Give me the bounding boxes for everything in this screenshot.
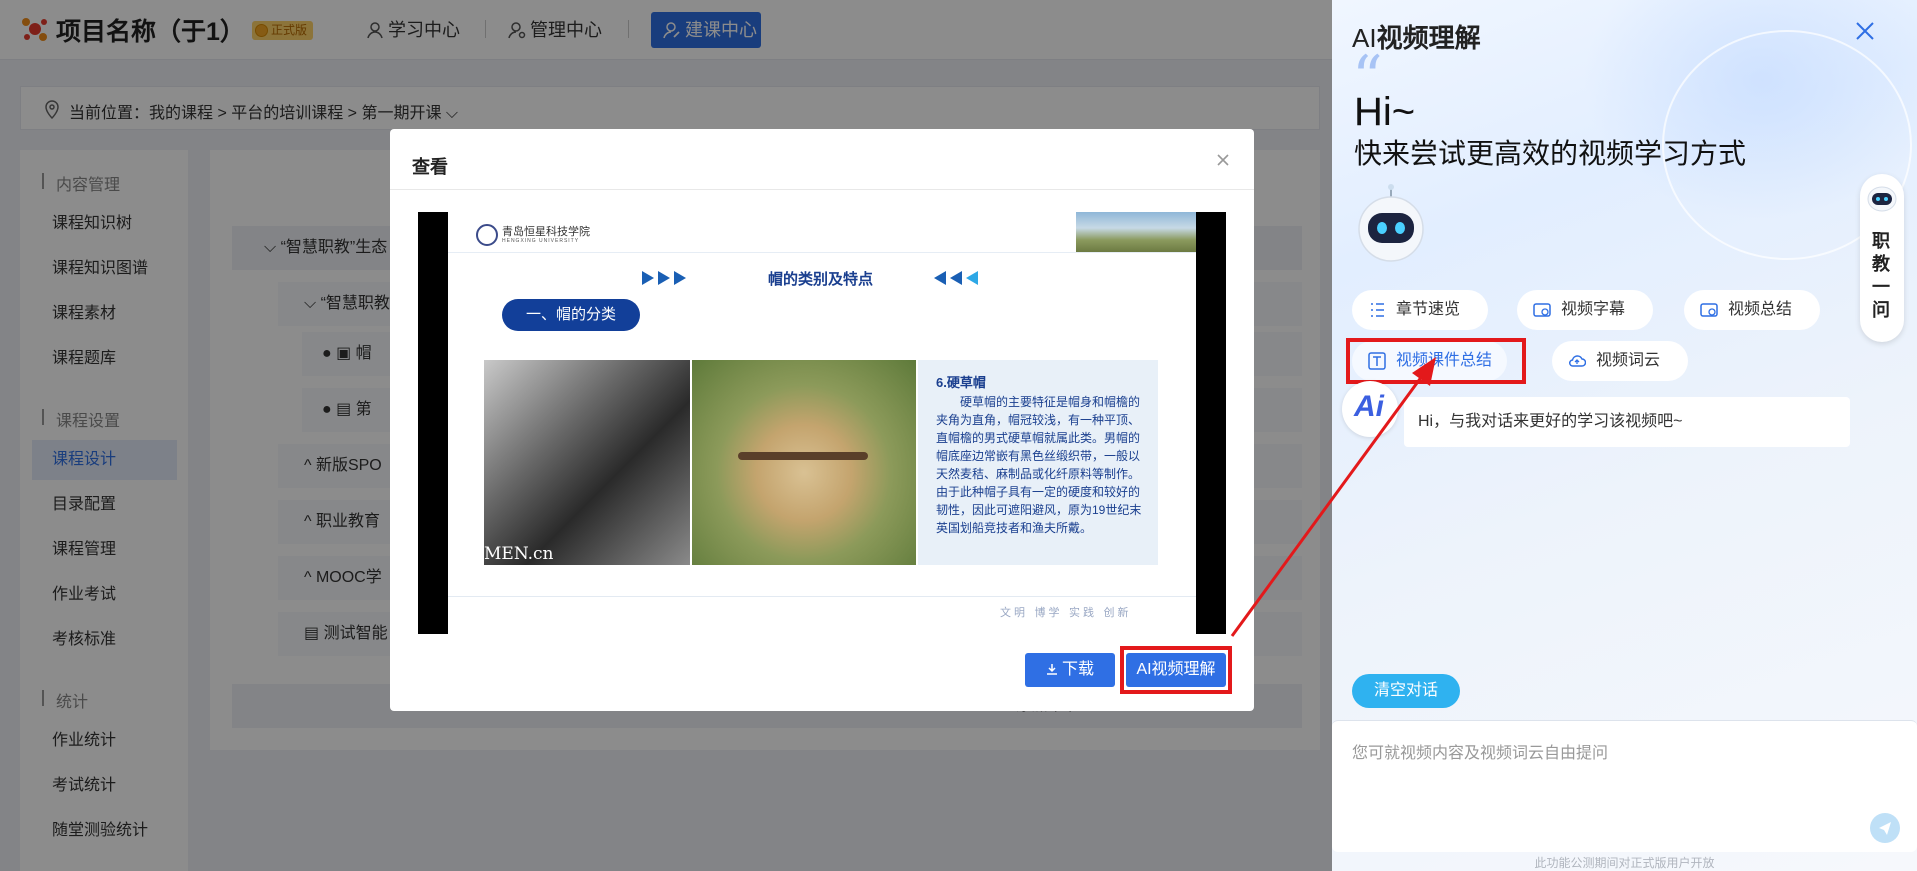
side-tab-label: 职教一问 xyxy=(1872,231,1890,320)
send-icon xyxy=(1879,822,1891,835)
arrow-right-icon xyxy=(642,271,654,285)
school-logo-icon xyxy=(476,224,498,246)
clear-chat-button[interactable]: 清空对话 xyxy=(1352,674,1460,708)
campus-image xyxy=(1076,212,1196,252)
chat-message-bubble: Hi，与我对话来更好的学习该视频吧~ xyxy=(1404,397,1850,447)
video-player[interactable]: 青岛恒星科技学院 HENGXING UNIVERSITY 帽的类别及特点 一、帽… xyxy=(418,212,1226,634)
cloud-icon xyxy=(1569,355,1586,367)
slide-text-title: 6.硬草帽 xyxy=(936,375,986,390)
close-icon[interactable] xyxy=(1854,20,1876,42)
video-slide: 青岛恒星科技学院 HENGXING UNIVERSITY 帽的类别及特点 一、帽… xyxy=(448,212,1196,634)
ai-avatar-icon: Ai xyxy=(1342,381,1398,437)
school-name: 青岛恒星科技学院 xyxy=(502,225,590,238)
courseware-chip-highlight-box xyxy=(1346,338,1526,384)
arrow-right-icon xyxy=(674,271,686,285)
slide-title: 帽的类别及特点 xyxy=(768,271,874,288)
greeting-subtitle: 快来尝试更高效的视频学习方式 xyxy=(1354,138,1747,169)
slide-motto: 文明 博学 实践 创新 xyxy=(1000,606,1132,619)
panel-footnote: 此功能公测期间对正式版用户开放 xyxy=(1534,856,1715,870)
view-modal: 查看 青岛恒星科技学院 HENGXING UNIVERSITY 帽的类别及特点 … xyxy=(390,129,1254,711)
robot-mascot-icon xyxy=(1358,184,1424,262)
send-button[interactable] xyxy=(1870,813,1900,843)
school-name-en: HENGXING UNIVERSITY xyxy=(502,238,580,244)
video-subtitles-chip[interactable]: 视频字幕 xyxy=(1517,290,1653,330)
slide-text-box: 6.硬草帽 硬草帽的主要特征是帽身和帽檐的夹角为直角，帽冠较浅，有一种平顶、直帽… xyxy=(918,360,1158,565)
arrow-right-icon xyxy=(658,271,670,285)
video-summary-chip[interactable]: 视频总结 xyxy=(1684,290,1820,330)
ai-video-understanding-button[interactable]: AI视频理解 xyxy=(1126,653,1226,687)
video-summary-icon xyxy=(1700,303,1718,317)
chapter-overview-chip[interactable]: 章节速览 xyxy=(1352,290,1488,330)
robot-icon xyxy=(1867,186,1897,212)
word-cloud-chip[interactable]: 视频词云 xyxy=(1552,341,1688,381)
arrow-left-icon xyxy=(966,271,978,285)
modal-title: 查看 xyxy=(412,157,448,177)
chat-input[interactable] xyxy=(1352,739,1872,829)
slide-text-body: 硬草帽的主要特征是帽身和帽檐的夹角为直角，帽冠较浅，有一种平顶、直帽檐的男式硬草… xyxy=(936,395,1142,535)
straw-hat-photo xyxy=(692,360,916,565)
greeting-hi: Hi~ xyxy=(1354,90,1416,134)
photo-watermark: MEN.cn xyxy=(484,544,554,564)
download-icon xyxy=(1046,664,1057,675)
close-icon[interactable] xyxy=(1214,151,1232,169)
ai-video-panel: AI视频理解 “ Hi~ 快来尝试更高效的视频学习方式 职教一问 章节速览 视频… xyxy=(1332,0,1917,871)
download-button[interactable]: 下载 xyxy=(1025,653,1115,687)
list-icon xyxy=(1371,303,1384,317)
arrow-left-icon xyxy=(950,271,962,285)
vintage-photo xyxy=(484,360,690,565)
zhijiao-ask-side-tab[interactable]: 职教一问 xyxy=(1860,174,1904,342)
section-label: 一、帽的分类 xyxy=(502,299,640,331)
arrow-left-icon xyxy=(934,271,946,285)
video-subtitle-icon xyxy=(1533,303,1551,317)
chat-input-box xyxy=(1332,720,1917,852)
